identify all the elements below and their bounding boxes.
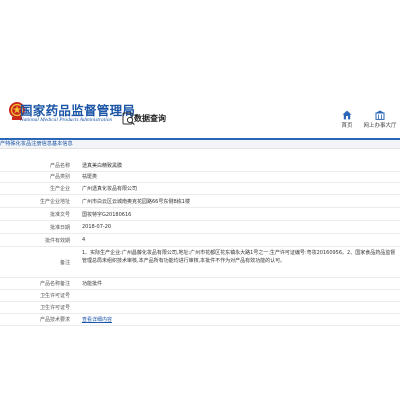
service-hall-icon bbox=[375, 110, 385, 120]
agency-name-english: National Medical Products Administration bbox=[20, 117, 113, 123]
nav-service-hall[interactable]: 网上办事大厅 bbox=[362, 110, 398, 129]
table-row: 产品类别 祛斑类 bbox=[0, 173, 400, 183]
field-label: 产品技术要求 bbox=[39, 317, 70, 323]
table-row: 批准文号 国妆特字G20180616 bbox=[0, 211, 400, 221]
panel-title-bar: 产特殊化妆品注册信息基本信息 bbox=[0, 140, 400, 149]
field-label: 卫生许可证号 bbox=[39, 293, 70, 299]
field-label: 产品类别 bbox=[49, 174, 70, 180]
panel-title: 产特殊化妆品注册信息基本信息 bbox=[0, 141, 73, 147]
field-value: 功能批件 bbox=[82, 281, 103, 287]
table-row: 批件有效期 4 bbox=[0, 237, 400, 247]
nav-home-label: 首页 bbox=[341, 123, 353, 129]
field-label: 产品名称 bbox=[49, 163, 70, 169]
field-value: 2018-07-20 bbox=[82, 224, 112, 230]
table-row: 卫生许可证号 bbox=[0, 292, 400, 302]
table-row-remarks: 备注 1、实际生产企业:广州昌藤化妆品有限公司,地址:广州市花都区花东镇永大路1… bbox=[0, 249, 400, 278]
field-value: 国妆特字G20180616 bbox=[82, 212, 132, 218]
section-title: 数据查询 bbox=[134, 114, 166, 123]
field-label: 生产企业 bbox=[49, 186, 70, 192]
field-value: 4 bbox=[82, 237, 86, 243]
table-row: 产品名称 透真美白精致黑膜 bbox=[0, 162, 400, 172]
table-row: 产品技术要求 查看详细内容 bbox=[0, 316, 400, 326]
field-value: 广州透真化妆品有限公司 bbox=[82, 186, 138, 192]
site-header: 国家药品监督管理局 National Medical Products Admi… bbox=[0, 0, 400, 140]
field-value: 透真美白精致黑膜 bbox=[82, 163, 123, 169]
registration-info-panel: 产特殊化妆品注册信息基本信息 产品名称 透真美白精致黑膜 产品类别 祛斑类 生产… bbox=[0, 140, 400, 326]
table-row: 生产企业 广州透真化妆品有限公司 bbox=[0, 185, 400, 195]
field-label: 备注 bbox=[59, 260, 70, 266]
table-row: 卫生许可证号 bbox=[0, 304, 400, 314]
nav-home[interactable]: 首页 bbox=[336, 110, 358, 129]
field-label: 卫生许可证号 bbox=[39, 305, 70, 311]
table-row: 产品名称备注 功能批件 bbox=[0, 280, 400, 290]
field-value: 广州市白云区云城南奥克花园路66号东侧B栋1楼 bbox=[82, 199, 190, 205]
field-label: 批准日期 bbox=[49, 225, 70, 231]
field-label: 生产企业地址 bbox=[39, 199, 70, 205]
field-value: 祛斑类 bbox=[82, 174, 98, 180]
field-label: 批件有效期 bbox=[44, 238, 70, 244]
field-label: 批准文号 bbox=[49, 212, 70, 218]
home-icon bbox=[342, 110, 352, 120]
table-row: 批准日期 2018-07-20 bbox=[0, 224, 400, 234]
technical-requirements-link[interactable]: 查看详细内容 bbox=[82, 316, 112, 323]
table-row: 生产企业地址 广州市白云区云城南奥克花园路66号东侧B栋1楼 bbox=[0, 198, 400, 208]
field-label: 产品名称备注 bbox=[39, 281, 70, 287]
remarks-value: 1、实际生产企业:广州昌藤化妆品有限公司,地址:广州市花都区花东镇永大路1号之一… bbox=[82, 250, 396, 264]
nav-service-hall-label: 网上办事大厅 bbox=[363, 123, 397, 129]
